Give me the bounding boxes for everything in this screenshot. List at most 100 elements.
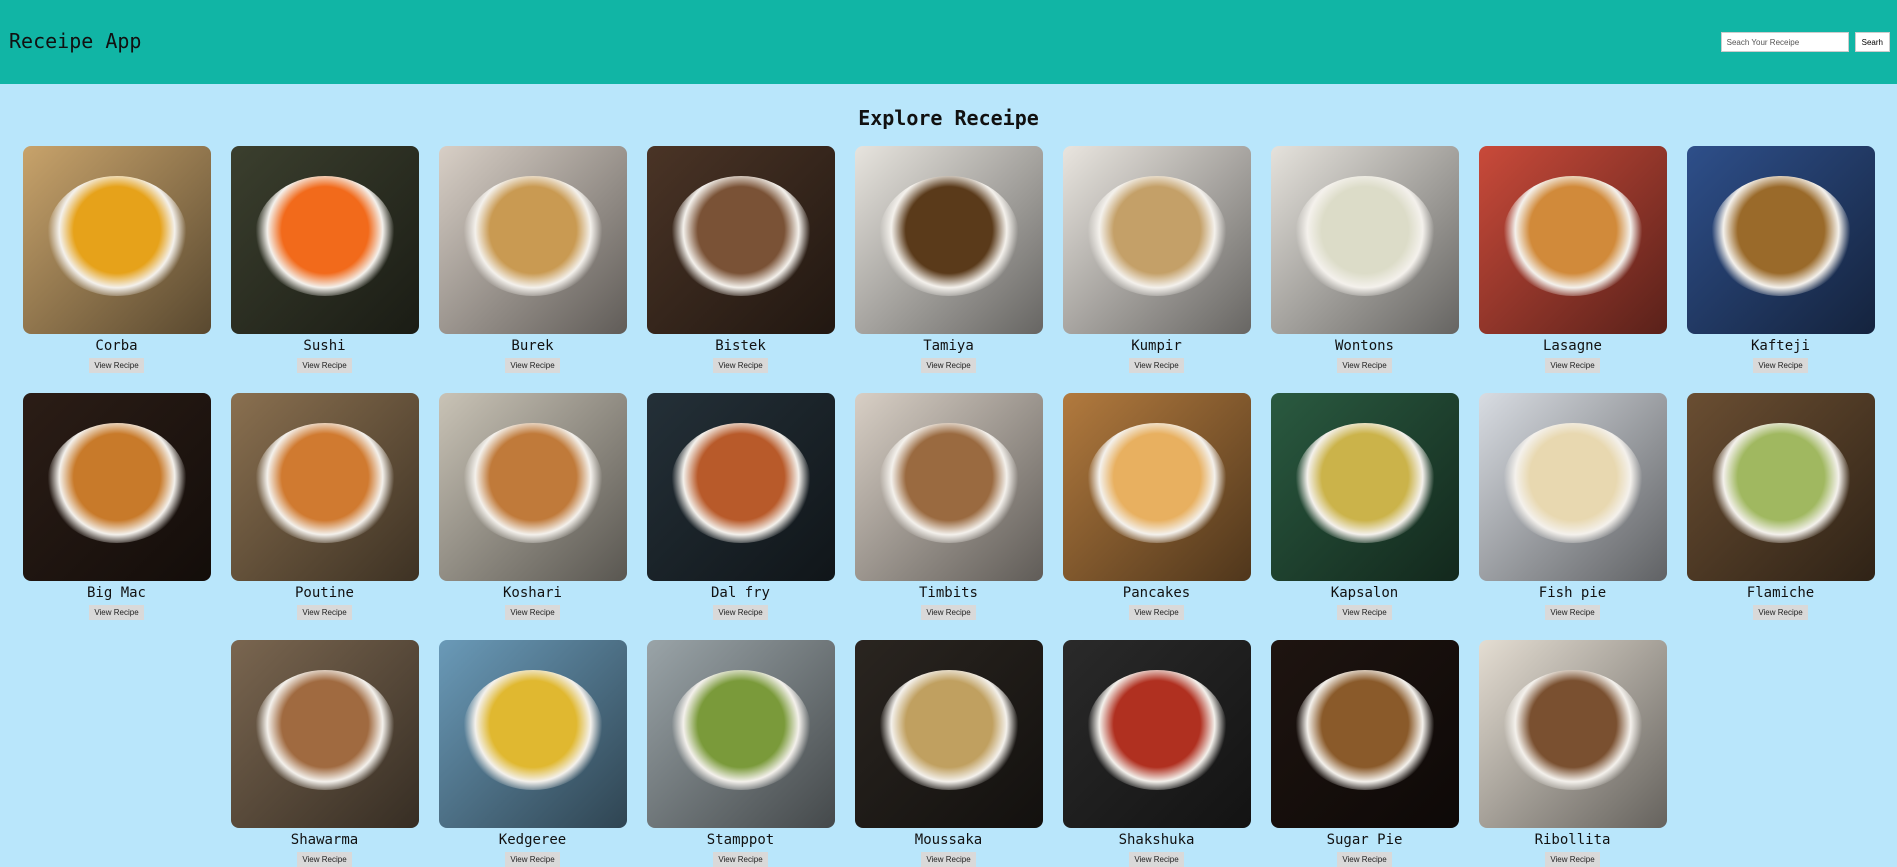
view-recipe-button[interactable]: View Recipe xyxy=(713,605,768,620)
search-button[interactable]: Searh xyxy=(1854,32,1890,52)
view-recipe-button[interactable]: View Recipe xyxy=(297,605,352,620)
food-illustration xyxy=(1294,423,1435,543)
recipe-name: Flamiche xyxy=(1746,585,1815,601)
recipe-image xyxy=(1686,146,1875,334)
recipe-image xyxy=(1062,393,1251,581)
recipe-card: Shakshuka View Recipe xyxy=(1062,640,1251,867)
view-recipe-button[interactable]: View Recipe xyxy=(1337,358,1392,373)
view-recipe-button[interactable]: View Recipe xyxy=(921,852,976,867)
view-recipe-button[interactable]: View Recipe xyxy=(89,605,144,620)
food-illustration xyxy=(1502,670,1643,790)
recipe-name: Corba xyxy=(95,338,138,354)
recipe-card: Ribollita View Recipe xyxy=(1478,640,1667,867)
food-illustration xyxy=(878,423,1019,543)
recipe-name: Ribollita xyxy=(1534,832,1611,848)
recipe-card: Bistek View Recipe xyxy=(646,146,835,373)
view-recipe-button[interactable]: View Recipe xyxy=(505,852,560,867)
recipe-name: Pancakes xyxy=(1122,585,1191,601)
recipe-image xyxy=(22,146,211,334)
recipe-card: Kumpir View Recipe xyxy=(1062,146,1251,373)
recipe-card: Poutine View Recipe xyxy=(230,393,419,620)
recipe-image xyxy=(230,640,419,828)
food-illustration xyxy=(878,176,1019,296)
food-illustration xyxy=(1710,176,1851,296)
recipe-image xyxy=(854,393,1043,581)
recipe-card: Lasagne View Recipe xyxy=(1478,146,1667,373)
recipe-image xyxy=(438,393,627,581)
view-recipe-button[interactable]: View Recipe xyxy=(1753,358,1808,373)
recipe-name: Poutine xyxy=(294,585,354,601)
recipe-image xyxy=(854,146,1043,334)
recipe-card: Moussaka View Recipe xyxy=(854,640,1043,867)
recipe-name: Burek xyxy=(511,338,554,354)
recipe-name: Fish pie xyxy=(1538,585,1607,601)
view-recipe-button[interactable]: View Recipe xyxy=(921,358,976,373)
recipe-card: Sushi View Recipe xyxy=(230,146,419,373)
view-recipe-button[interactable]: View Recipe xyxy=(89,358,144,373)
recipe-name: Tamiya xyxy=(923,338,974,354)
app-header: Receipe App Searh xyxy=(0,0,1897,84)
recipe-card: Burek View Recipe xyxy=(438,146,627,373)
view-recipe-button[interactable]: View Recipe xyxy=(1545,605,1600,620)
recipe-image xyxy=(438,146,627,334)
food-illustration xyxy=(1710,423,1851,543)
food-illustration xyxy=(462,176,603,296)
food-illustration xyxy=(1294,670,1435,790)
page-title: Explore Receipe xyxy=(858,106,1039,130)
recipe-image xyxy=(1062,640,1251,828)
food-illustration xyxy=(670,176,811,296)
food-illustration xyxy=(46,423,187,543)
food-illustration xyxy=(670,423,811,543)
recipe-image xyxy=(1478,146,1667,334)
recipe-row: Shawarma View Recipe Kedgeree View Recipe St… xyxy=(0,640,1897,867)
recipe-image xyxy=(1270,640,1459,828)
view-recipe-button[interactable]: View Recipe xyxy=(505,605,560,620)
recipe-image xyxy=(646,393,835,581)
recipe-name: Bistek xyxy=(715,338,766,354)
food-illustration xyxy=(462,670,603,790)
view-recipe-button[interactable]: View Recipe xyxy=(1129,605,1184,620)
view-recipe-button[interactable]: View Recipe xyxy=(1753,605,1808,620)
search-input[interactable] xyxy=(1720,32,1849,52)
recipe-row: Big Mac View Recipe Poutine View Recipe Kosh… xyxy=(0,393,1897,620)
recipe-name: Timbits xyxy=(918,585,978,601)
food-illustration xyxy=(462,423,603,543)
recipe-name: Moussaka xyxy=(914,832,983,848)
food-illustration xyxy=(878,670,1019,790)
food-illustration xyxy=(46,176,187,296)
recipe-name: Kedgeree xyxy=(498,832,567,848)
recipe-name: Shakshuka xyxy=(1118,832,1195,848)
recipe-card: Wontons View Recipe xyxy=(1270,146,1459,373)
recipe-image xyxy=(1270,393,1459,581)
view-recipe-button[interactable]: View Recipe xyxy=(1545,358,1600,373)
recipe-card: Sugar Pie View Recipe xyxy=(1270,640,1459,867)
view-recipe-button[interactable]: View Recipe xyxy=(1337,852,1392,867)
view-recipe-button[interactable]: View Recipe xyxy=(1337,605,1392,620)
view-recipe-button[interactable]: View Recipe xyxy=(713,358,768,373)
view-recipe-button[interactable]: View Recipe xyxy=(921,605,976,620)
view-recipe-button[interactable]: View Recipe xyxy=(297,358,352,373)
recipe-image xyxy=(1478,640,1667,828)
recipe-card: Tamiya View Recipe xyxy=(854,146,1043,373)
food-illustration xyxy=(1502,423,1643,543)
recipe-card: Stamppot View Recipe xyxy=(646,640,835,867)
search-bar: Searh xyxy=(1720,32,1890,52)
view-recipe-button[interactable]: View Recipe xyxy=(1129,852,1184,867)
recipe-image xyxy=(1478,393,1667,581)
view-recipe-button[interactable]: View Recipe xyxy=(713,852,768,867)
recipe-image xyxy=(230,393,419,581)
view-recipe-button[interactable]: View Recipe xyxy=(505,358,560,373)
recipe-image xyxy=(438,640,627,828)
view-recipe-button[interactable]: View Recipe xyxy=(1545,852,1600,867)
recipe-card: Kafteji View Recipe xyxy=(1686,146,1875,373)
recipe-image xyxy=(854,640,1043,828)
recipe-name: Kumpir xyxy=(1131,338,1182,354)
food-illustration xyxy=(1294,176,1435,296)
recipe-card: Kapsalon View Recipe xyxy=(1270,393,1459,620)
recipe-card: Timbits View Recipe xyxy=(854,393,1043,620)
recipe-image xyxy=(22,393,211,581)
recipe-name: Koshari xyxy=(502,585,562,601)
view-recipe-button[interactable]: View Recipe xyxy=(297,852,352,867)
view-recipe-button[interactable]: View Recipe xyxy=(1129,358,1184,373)
recipe-card: Big Mac View Recipe xyxy=(22,393,211,620)
